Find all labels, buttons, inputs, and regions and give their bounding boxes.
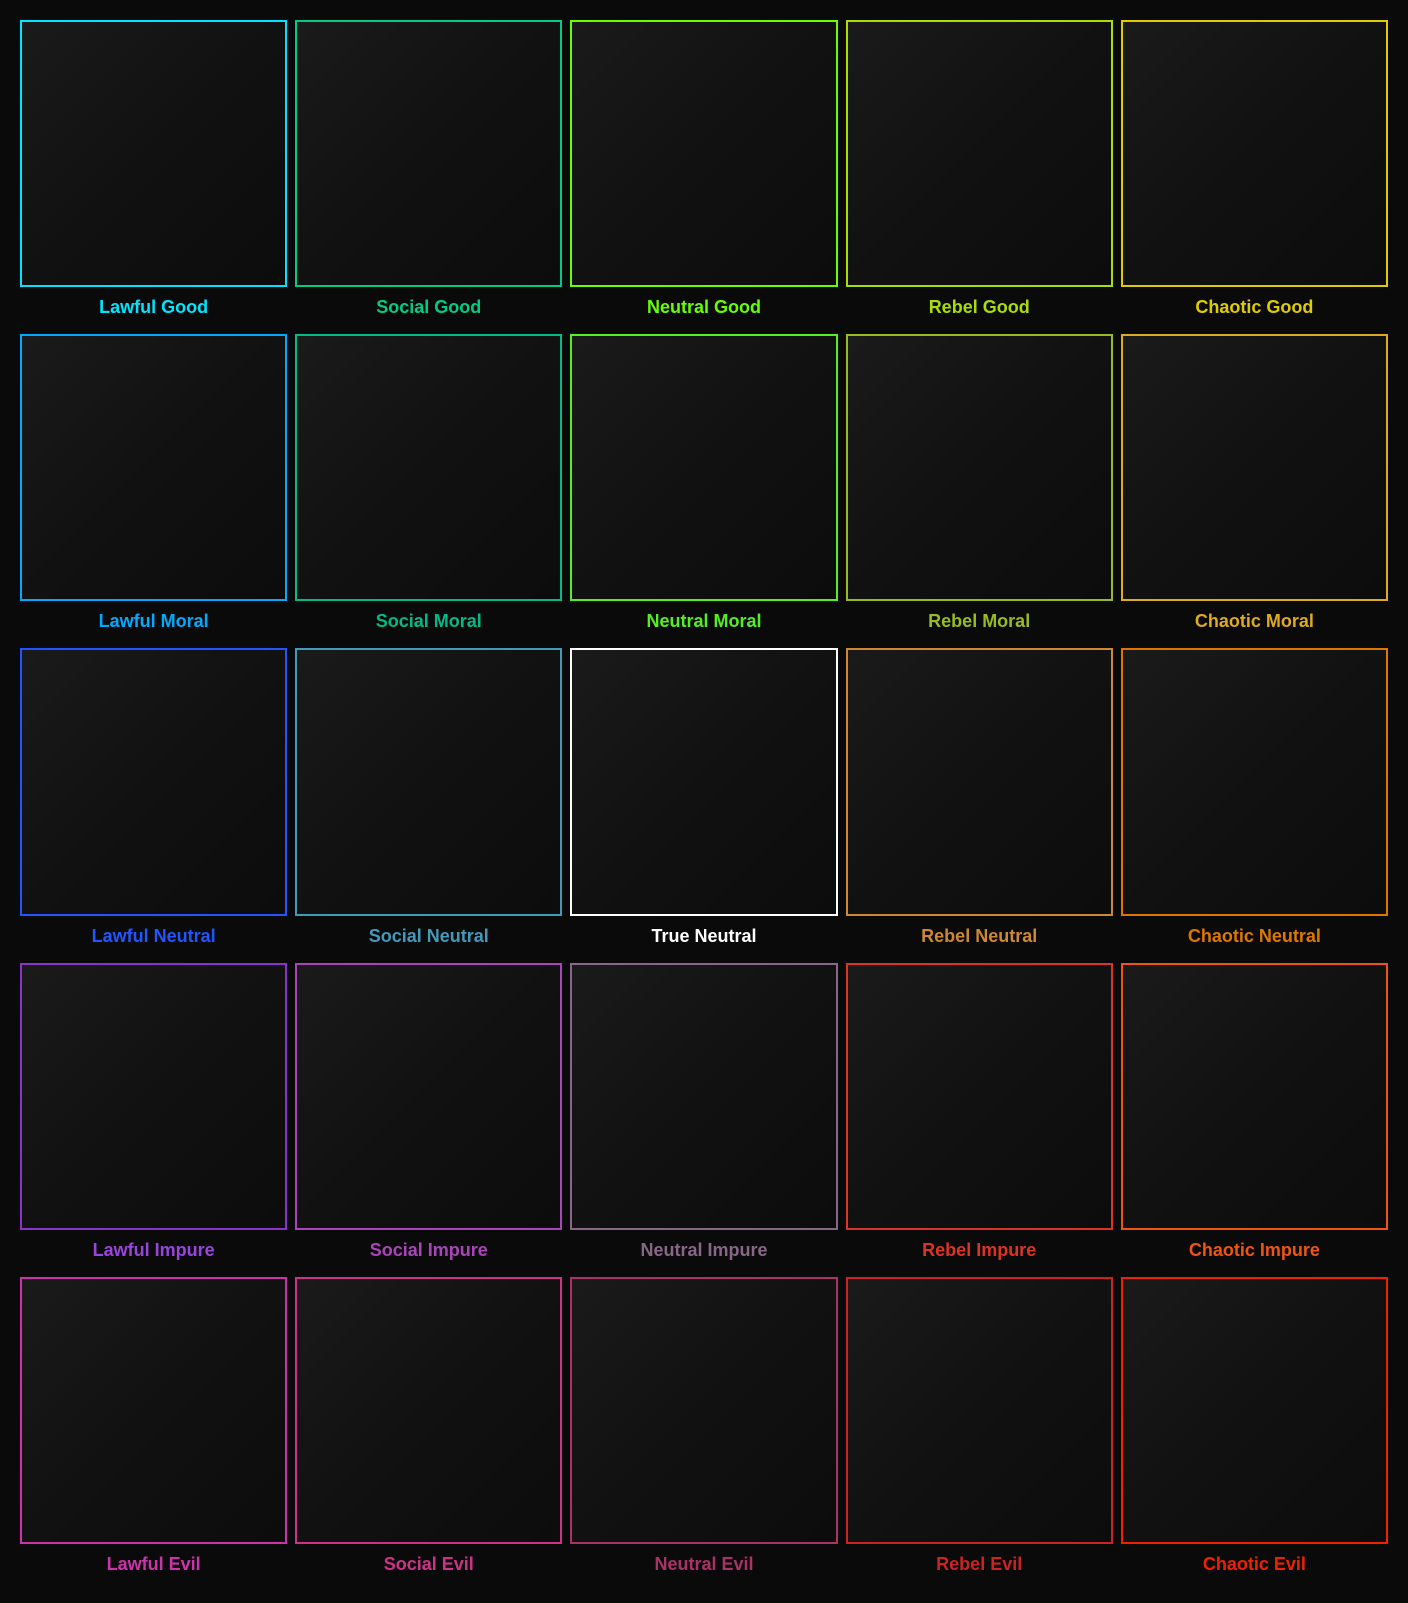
alignment-label: Social Evil — [384, 1550, 474, 1583]
alignment-box[interactable] — [20, 20, 287, 287]
alignment-cell: Rebel Neutral — [846, 648, 1113, 954]
alignment-label: Lawful Moral — [99, 607, 209, 640]
alignment-label: Lawful Neutral — [92, 922, 216, 955]
alignment-cell: Rebel Moral — [846, 334, 1113, 640]
alignment-box[interactable] — [846, 648, 1113, 915]
alignment-box[interactable] — [295, 648, 562, 915]
alignment-box[interactable] — [1121, 20, 1388, 287]
alignment-cell: Neutral Good — [570, 20, 837, 326]
alignment-label: Chaotic Moral — [1195, 607, 1314, 640]
alignment-cell: Lawful Evil — [20, 1277, 287, 1583]
alignment-label: True Neutral — [651, 922, 756, 955]
alignment-label: Lawful Good — [99, 293, 208, 326]
alignment-label: Neutral Good — [647, 293, 761, 326]
alignment-cell: Chaotic Neutral — [1121, 648, 1388, 954]
alignment-box[interactable] — [295, 334, 562, 601]
alignment-grid: Lawful Good Social Good Neutral Good Rebel … — [10, 10, 1398, 1593]
alignment-cell: Social Evil — [295, 1277, 562, 1583]
alignment-label: Chaotic Good — [1195, 293, 1313, 326]
alignment-box[interactable] — [1121, 963, 1388, 1230]
alignment-cell: True Neutral — [570, 648, 837, 954]
alignment-label: Rebel Good — [929, 293, 1030, 326]
alignment-cell: Lawful Neutral — [20, 648, 287, 954]
alignment-label: Neutral Evil — [654, 1550, 753, 1583]
alignment-label: Rebel Neutral — [921, 922, 1037, 955]
alignment-cell: Rebel Evil — [846, 1277, 1113, 1583]
alignment-box[interactable] — [570, 963, 837, 1230]
alignment-label: Lawful Evil — [107, 1550, 201, 1583]
alignment-label: Chaotic Evil — [1203, 1550, 1306, 1583]
alignment-cell: Social Impure — [295, 963, 562, 1269]
alignment-box[interactable] — [20, 1277, 287, 1544]
alignment-box[interactable] — [20, 334, 287, 601]
alignment-cell: Social Good — [295, 20, 562, 326]
alignment-box[interactable] — [570, 20, 837, 287]
alignment-label: Social Moral — [376, 607, 482, 640]
alignment-label: Rebel Evil — [936, 1550, 1022, 1583]
alignment-cell: Rebel Good — [846, 20, 1113, 326]
alignment-cell: Chaotic Moral — [1121, 334, 1388, 640]
alignment-cell: Lawful Good — [20, 20, 287, 326]
alignment-cell: Rebel Impure — [846, 963, 1113, 1269]
alignment-box[interactable] — [20, 963, 287, 1230]
alignment-box[interactable] — [295, 1277, 562, 1544]
alignment-cell: Chaotic Evil — [1121, 1277, 1388, 1583]
alignment-label: Social Impure — [370, 1236, 488, 1269]
alignment-box[interactable] — [570, 648, 837, 915]
alignment-box[interactable] — [846, 334, 1113, 601]
alignment-label: Rebel Moral — [928, 607, 1030, 640]
alignment-label: Neutral Moral — [646, 607, 761, 640]
alignment-box[interactable] — [570, 1277, 837, 1544]
alignment-box[interactable] — [295, 20, 562, 287]
alignment-box[interactable] — [20, 648, 287, 915]
alignment-cell: Social Moral — [295, 334, 562, 640]
alignment-cell: Neutral Evil — [570, 1277, 837, 1583]
alignment-box[interactable] — [846, 1277, 1113, 1544]
alignment-box[interactable] — [295, 963, 562, 1230]
alignment-label: Lawful Impure — [93, 1236, 215, 1269]
alignment-box[interactable] — [1121, 1277, 1388, 1544]
alignment-label: Social Neutral — [369, 922, 489, 955]
alignment-label: Social Good — [376, 293, 481, 326]
alignment-box[interactable] — [1121, 648, 1388, 915]
alignment-cell: Social Neutral — [295, 648, 562, 954]
alignment-label: Rebel Impure — [922, 1236, 1036, 1269]
alignment-label: Chaotic Impure — [1189, 1236, 1320, 1269]
alignment-cell: Chaotic Impure — [1121, 963, 1388, 1269]
alignment-cell: Lawful Moral — [20, 334, 287, 640]
alignment-box[interactable] — [1121, 334, 1388, 601]
alignment-cell: Neutral Moral — [570, 334, 837, 640]
alignment-cell: Lawful Impure — [20, 963, 287, 1269]
alignment-cell: Neutral Impure — [570, 963, 837, 1269]
alignment-box[interactable] — [846, 963, 1113, 1230]
alignment-cell: Chaotic Good — [1121, 20, 1388, 326]
alignment-box[interactable] — [570, 334, 837, 601]
alignment-box[interactable] — [846, 20, 1113, 287]
alignment-label: Neutral Impure — [640, 1236, 767, 1269]
alignment-label: Chaotic Neutral — [1188, 922, 1321, 955]
